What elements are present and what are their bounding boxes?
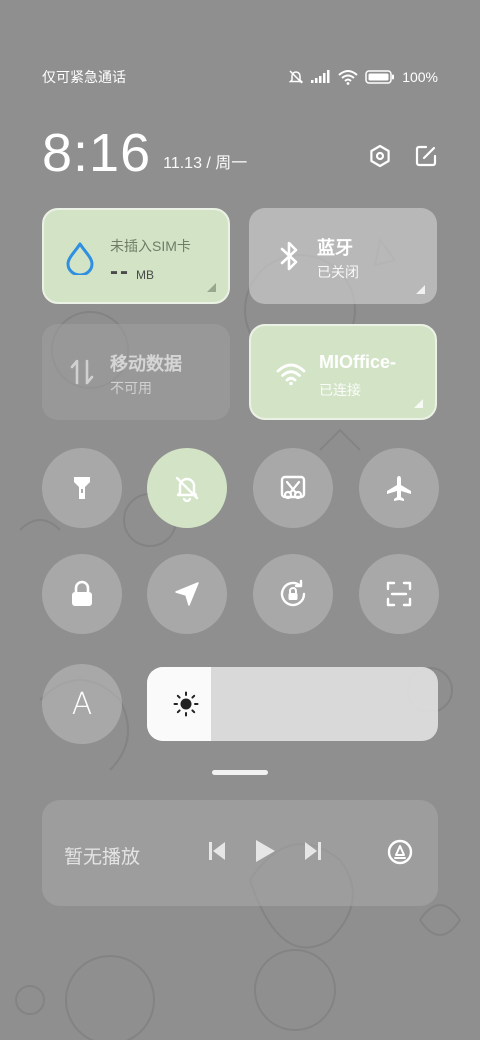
sim-status-text: 未插入SIM卡	[110, 238, 191, 254]
expand-corner-icon	[416, 285, 425, 294]
media-status-text: 暂无播放	[64, 847, 141, 868]
mute-icon	[288, 70, 304, 84]
location-icon	[175, 582, 199, 606]
clock-header: 8:16 11.13 / 周一	[42, 122, 438, 182]
wifi-status: 已连接	[319, 382, 361, 398]
edit-icon[interactable]	[414, 144, 438, 168]
screenshot-icon	[280, 475, 306, 500]
bluetooth-tile[interactable]: 蓝牙 已关闭	[249, 208, 437, 304]
signal-icon	[311, 70, 330, 83]
panel-drag-handle[interactable]	[212, 770, 268, 775]
auto-brightness-toggle[interactable]: A	[42, 664, 122, 744]
previous-icon[interactable]	[208, 840, 226, 862]
expand-corner-icon	[207, 283, 216, 292]
scanner-toggle[interactable]	[359, 554, 439, 634]
media-player: 暂无播放	[42, 800, 438, 906]
sim-data-tile[interactable]: 未插入SIM卡 -- MB	[42, 208, 230, 304]
rotation-lock-icon	[280, 579, 306, 607]
cast-icon[interactable]	[386, 838, 414, 866]
mobile-data-status: 不可用	[110, 380, 152, 396]
wifi-status-icon	[338, 70, 358, 85]
clock-date: 11.13 / 周一	[163, 155, 248, 172]
status-icons: 100%	[288, 69, 438, 85]
silent-toggle[interactable]	[147, 448, 227, 528]
battery-icon	[365, 70, 395, 84]
screenshot-toggle[interactable]	[253, 448, 333, 528]
data-usage: -- MB	[110, 258, 154, 286]
data-usage-value: --	[110, 258, 130, 285]
lock-icon	[72, 580, 92, 606]
status-bar: 仅可紧急通话 100%	[42, 66, 438, 88]
auto-brightness-label: A	[71, 686, 93, 722]
rotation-lock-toggle[interactable]	[253, 554, 333, 634]
bluetooth-status: 已关闭	[317, 264, 359, 280]
mobile-data-icon	[66, 356, 98, 388]
lock-toggle[interactable]	[42, 554, 122, 634]
next-icon[interactable]	[304, 840, 322, 862]
mobile-data-title: 移动数据	[110, 354, 182, 374]
wifi-network-name: MIOffice-	[319, 352, 397, 372]
wifi-tile[interactable]: MIOffice- 已连接	[249, 324, 437, 420]
play-icon[interactable]	[254, 838, 276, 864]
airplane-toggle[interactable]	[359, 448, 439, 528]
scan-icon	[386, 581, 412, 607]
data-usage-unit: MB	[135, 268, 154, 282]
airplane-icon	[387, 476, 411, 501]
location-toggle[interactable]	[147, 554, 227, 634]
mobile-data-tile[interactable]: 移动数据 不可用	[42, 324, 230, 420]
expand-corner-icon	[414, 399, 423, 408]
clock-time: 8:16	[42, 123, 152, 183]
wifi-icon	[275, 358, 307, 390]
settings-icon[interactable]	[368, 144, 392, 168]
flashlight-icon	[74, 477, 90, 499]
brightness-slider[interactable]	[147, 667, 438, 741]
bluetooth-title: 蓝牙	[317, 238, 353, 258]
media-controls	[208, 838, 322, 864]
battery-text: 100%	[402, 69, 438, 85]
flashlight-toggle[interactable]	[42, 448, 122, 528]
bluetooth-icon	[273, 240, 305, 272]
sun-icon	[173, 691, 199, 717]
header-actions	[368, 144, 438, 168]
carrier-text: 仅可紧急通话	[42, 69, 126, 85]
water-drop-icon	[64, 242, 96, 275]
bell-off-icon	[175, 476, 199, 502]
